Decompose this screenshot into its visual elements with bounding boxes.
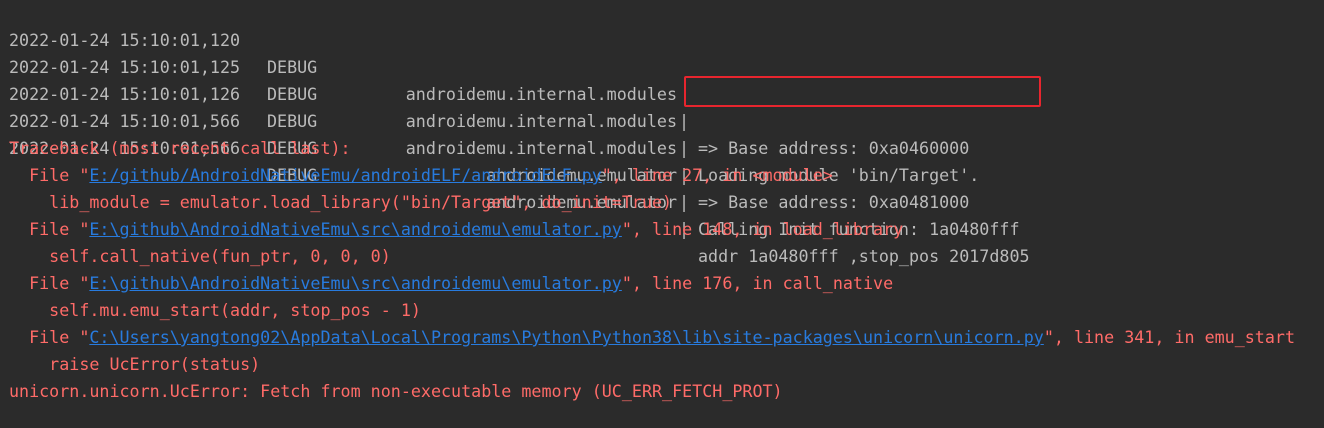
frame-suffix: ", line 341, in emu_start — [1043, 327, 1295, 347]
console-output: 2022-01-24 15:10:01,120 DEBUG androidemu… — [0, 0, 1324, 428]
file-path-link[interactable]: C:\Users\yangtong02\AppData\Local\Progra… — [89, 327, 1043, 347]
frame-prefix: File " — [9, 273, 90, 293]
log-message: => Base address: 0xa0460000 — [698, 138, 970, 158]
traceback-frame: File "C:\Users\yangtong02\AppData\Local\… — [9, 324, 1295, 351]
traceback-header: Traceback (most recent call last): — [9, 138, 351, 158]
traceback-frame: File "E:\github\AndroidNativeEmu\src\and… — [9, 270, 893, 297]
highlight-box — [684, 76, 1041, 107]
frame-prefix: File " — [9, 327, 90, 347]
traceback-frame: File "E:\github\AndroidNativeEmu\src\and… — [9, 216, 903, 243]
log-line: 2022-01-24 15:10:01,125 DEBUG androidemu… — [9, 27, 1309, 185]
file-path-link[interactable]: E:\github\AndroidNativeEmu\src\androidem… — [89, 219, 621, 239]
traceback-code: self.call_native(fun_ptr, 0, 0, 0) — [9, 246, 391, 266]
file-path-link[interactable]: E:\github\AndroidNativeEmu\src\androidem… — [89, 273, 621, 293]
log-message: => Base address: 0xa0481000 — [698, 192, 970, 212]
traceback-code: self.mu.emu_start(addr, stop_pos - 1) — [9, 300, 421, 320]
file-path-link[interactable]: E:/github/AndroidNativeEmu/androidELF/an… — [89, 165, 601, 185]
error-message: unicorn.unicorn.UcError: Fetch from non-… — [9, 381, 783, 401]
traceback-frame: File "E:/github/AndroidNativeEmu/android… — [9, 162, 833, 189]
log-separator: | — [679, 138, 690, 158]
log-separator: | — [679, 192, 690, 212]
traceback-code: lib_module = emulator.load_library("bin/… — [9, 192, 673, 212]
log-line: 2022-01-24 15:10:01,566 DEBUG androidemu… — [9, 108, 1309, 266]
log-line: 2022-01-24 15:10:01,126 DEBUG androidemu… — [9, 54, 1309, 212]
frame-suffix: ", line 148, in load_library — [621, 219, 904, 239]
log-line: 2022-01-24 15:10:01,120 DEBUG androidemu… — [9, 0, 1309, 158]
log-message: addr 1a0480fff ,stop_pos 2017d805 — [698, 246, 1030, 266]
traceback-code: raise UcError(status) — [9, 354, 261, 374]
log-module: androidemu.internal.modules — [405, 138, 677, 158]
frame-suffix: ", line 176, in call_native — [621, 273, 894, 293]
log-line: 2022-01-24 15:10:01,566 DEBUG androidemu… — [9, 81, 1309, 239]
frame-prefix: File " — [9, 165, 90, 185]
frame-prefix: File " — [9, 219, 90, 239]
frame-suffix: ", line 27, in <module> — [601, 165, 833, 185]
